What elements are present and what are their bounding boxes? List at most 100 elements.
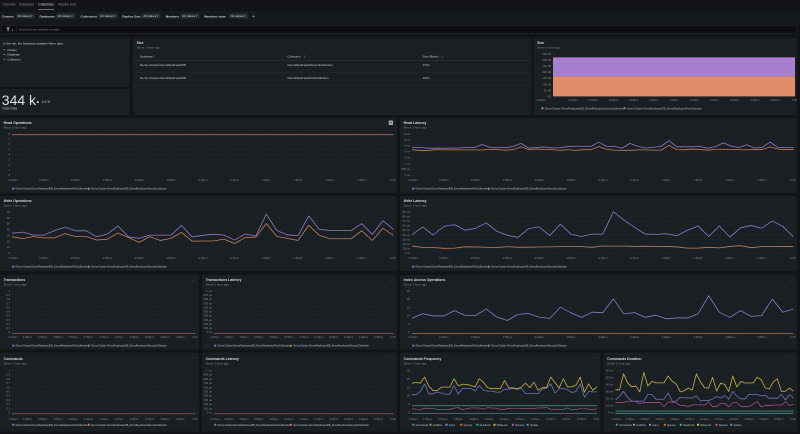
svg-text:4:10pm: 4:10pm xyxy=(598,335,608,339)
svg-text:4:05pm: 4:05pm xyxy=(284,417,294,421)
svg-text:4: 4 xyxy=(8,153,10,157)
svg-text:20: 20 xyxy=(7,239,11,243)
svg-text:Demo-Cluster-DemoReplicasetDB_: Demo-Cluster-DemoReplicasetDB_DemoReplic… xyxy=(218,344,291,348)
svg-text:4:10pm: 4:10pm xyxy=(99,335,109,339)
svg-text:0: 0 xyxy=(8,251,10,255)
svg-text:4:15pm: 4:15pm xyxy=(630,335,640,339)
svg-text:5: 5 xyxy=(8,147,10,151)
svg-text:20 ms: 20 ms xyxy=(402,242,410,246)
svg-text:4:00pm: 4:00pm xyxy=(469,417,479,421)
svg-text:Cluster: Cluster xyxy=(7,48,17,52)
svg-text:0 B: 0 B xyxy=(547,95,551,99)
svg-text:Database: Database xyxy=(7,53,20,57)
svg-text:40 ms: 40 ms xyxy=(606,382,614,386)
svg-text:All values: All values xyxy=(143,14,156,18)
svg-text:4:20pm: 4:20pm xyxy=(262,256,272,260)
svg-text:4:35pm: 4:35pm xyxy=(757,335,767,339)
svg-text:4:20pm: 4:20pm xyxy=(329,417,339,421)
svg-text:⇅: ⇅ xyxy=(304,55,307,59)
svg-text:40 ms: 40 ms xyxy=(402,233,410,237)
svg-text:Commands: Commands xyxy=(416,423,429,427)
svg-text:…: … xyxy=(790,41,794,45)
svg-text:10: 10 xyxy=(7,245,11,249)
svg-text:4:25pm: 4:25pm xyxy=(730,98,740,102)
svg-text:7: 7 xyxy=(8,137,10,141)
svg-text:4:15pm: 4:15pm xyxy=(230,178,240,182)
svg-text:Commands: Commands xyxy=(4,357,23,361)
svg-text:WriteLock: WriteLock xyxy=(700,423,712,427)
svg-text:350 kB: 350 kB xyxy=(542,52,551,56)
svg-text:Since 1 hour ago: Since 1 hour ago xyxy=(537,45,561,49)
svg-text:…: … xyxy=(790,355,794,359)
svg-text:3:50pm: 3:50pm xyxy=(239,335,249,339)
svg-text:4:30pm: 4:30pm xyxy=(725,335,735,339)
svg-text:4:20pm: 4:20pm xyxy=(329,335,339,339)
svg-text:4:15pm: 4:15pm xyxy=(630,178,640,182)
svg-text:4:30pm: 4:30pm xyxy=(325,256,335,260)
svg-text:4:35pm: 4:35pm xyxy=(374,335,384,339)
svg-text:3: 3 xyxy=(8,158,10,162)
svg-text:10: 10 xyxy=(407,394,411,398)
svg-text:4:25pm: 4:25pm xyxy=(546,417,556,421)
svg-text:Commands Frequency: Commands Frequency xyxy=(404,357,442,361)
svg-text:4:35pm: 4:35pm xyxy=(176,417,186,421)
svg-text:Update: Update xyxy=(734,423,743,427)
svg-text:3:45pm: 3:45pm xyxy=(439,178,449,182)
svg-text:All values: All values xyxy=(182,14,195,18)
svg-text:Collections: Collections xyxy=(38,3,54,7)
svg-text:Databases: Databases xyxy=(40,14,56,18)
svg-text:4:20pm: 4:20pm xyxy=(531,417,541,421)
svg-text:3:40pm: 3:40pm xyxy=(612,417,622,421)
svg-text:Members: Members xyxy=(166,14,180,18)
svg-text:4:30pm: 4:30pm xyxy=(359,417,369,421)
svg-text:Demo-Cluster-DemoReplicasetDB_: Demo-Cluster-DemoReplicasetDB_DemoReplic… xyxy=(293,344,369,348)
svg-text:30 ms: 30 ms xyxy=(606,390,614,394)
svg-text:Overview: Overview xyxy=(3,3,17,7)
svg-text:60: 60 xyxy=(7,216,11,220)
svg-text:25: 25 xyxy=(407,289,411,293)
svg-text:…: … xyxy=(390,278,394,282)
svg-text:4:00pm: 4:00pm xyxy=(534,335,544,339)
svg-text:3:55pm: 3:55pm xyxy=(254,335,264,339)
svg-text:Insert: Insert xyxy=(449,423,455,427)
svg-text:5 ms: 5 ms xyxy=(404,138,411,142)
svg-text:4:00pm: 4:00pm xyxy=(629,98,639,102)
svg-text:4:15pm: 4:15pm xyxy=(630,256,640,260)
svg-text:3:55pm: 3:55pm xyxy=(103,178,113,182)
svg-text:Since 1 hour ago: Since 1 hour ago xyxy=(4,361,28,365)
svg-text:4 ms: 4 ms xyxy=(404,144,411,148)
svg-text:Clusters: Clusters xyxy=(2,14,15,18)
svg-text:3:40pm: 3:40pm xyxy=(9,335,19,339)
svg-text:3:45pm: 3:45pm xyxy=(439,335,449,339)
svg-text:…: … xyxy=(390,355,394,359)
svg-text:4:05pm: 4:05pm xyxy=(166,256,176,260)
svg-text:3:45pm: 3:45pm xyxy=(39,256,49,260)
svg-text:4:05pm: 4:05pm xyxy=(166,178,176,182)
svg-text:4:30pm: 4:30pm xyxy=(325,178,335,182)
svg-text:Demo-Cluster-DemoReplicasetDB_: Demo-Cluster-DemoReplicasetDB_DemoReplic… xyxy=(491,344,567,348)
svg-text:4:10pm: 4:10pm xyxy=(198,178,208,182)
svg-text:0: 0 xyxy=(408,330,410,334)
svg-text:4:15pm: 4:15pm xyxy=(515,417,525,421)
svg-text:0 ns: 0 ns xyxy=(207,330,213,334)
svg-text:4:25pm: 4:25pm xyxy=(344,335,354,339)
svg-text:3:55pm: 3:55pm xyxy=(53,417,63,421)
svg-text:4:30pm: 4:30pm xyxy=(561,417,571,421)
svg-text:Collections: Collections xyxy=(81,14,98,18)
svg-text:50 kB: 50 kB xyxy=(544,88,551,92)
svg-text:4:00pm: 4:00pm xyxy=(269,335,279,339)
svg-text:4:00pm: 4:00pm xyxy=(68,335,78,339)
svg-text:4:05pm: 4:05pm xyxy=(284,335,294,339)
svg-text:4:40: 4:40 xyxy=(390,417,396,421)
svg-text:4:00pm: 4:00pm xyxy=(134,256,144,260)
svg-text:…: … xyxy=(524,41,528,45)
svg-text:Demo-Cluster-DemoReplicasetDB_: Demo-Cluster-DemoReplicasetDB_DemoReplic… xyxy=(16,265,89,269)
svg-text:4:40: 4:40 xyxy=(790,335,796,339)
svg-text:Since 1 hour ago: Since 1 hour ago xyxy=(4,282,28,286)
svg-text:Since 1 hour ago: Since 1 hour ago xyxy=(404,203,428,207)
svg-text:…: … xyxy=(790,121,794,125)
svg-text:4:15pm: 4:15pm xyxy=(114,335,124,339)
svg-text:4:40: 4:40 xyxy=(390,335,396,339)
svg-text:0: 0 xyxy=(408,411,410,415)
svg-text:3:40pm: 3:40pm xyxy=(409,417,419,421)
